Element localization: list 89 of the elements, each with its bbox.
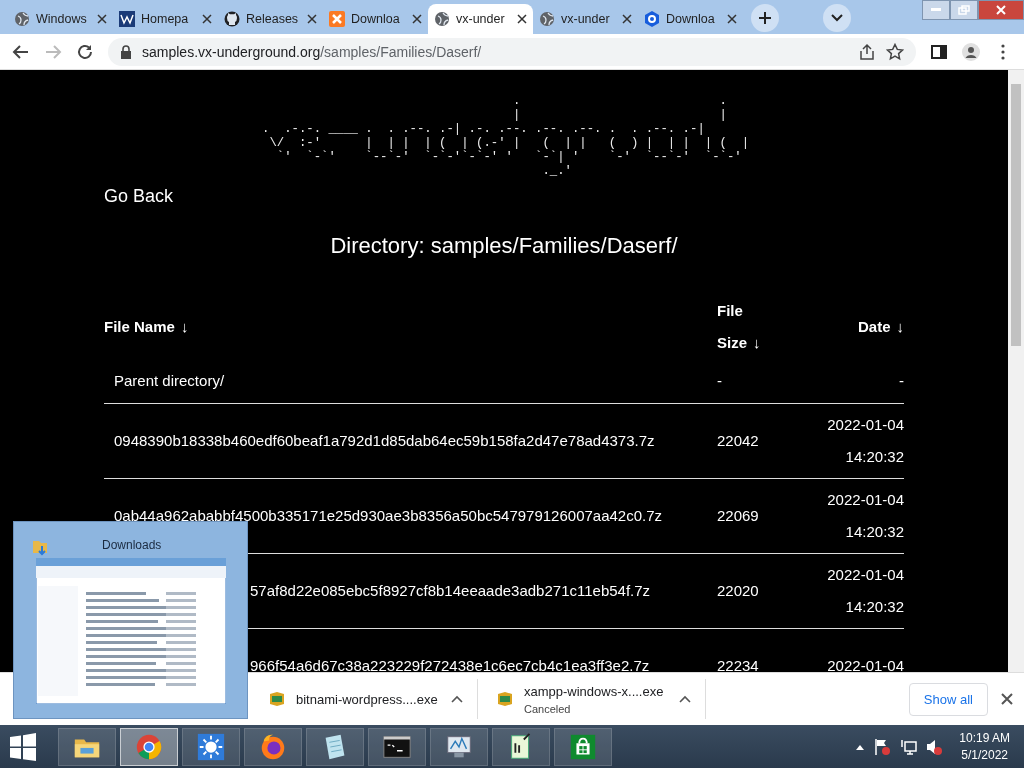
browser-tab[interactable]: Downloa — [638, 4, 743, 34]
flag-icon[interactable] — [873, 737, 892, 756]
file-time: 14:20:32 — [844, 597, 904, 617]
start-button[interactable] — [8, 731, 38, 762]
globe-icon — [434, 11, 450, 27]
network-icon[interactable] — [899, 737, 918, 756]
close-icon[interactable] — [202, 14, 212, 24]
file-time: 14:20:32 — [844, 447, 904, 467]
folder-icon — [32, 538, 48, 556]
file-time: 14:20:32 — [844, 522, 904, 542]
close-icon[interactable] — [307, 14, 317, 24]
file-size: 22042 — [717, 432, 759, 449]
close-button[interactable] — [978, 0, 1024, 20]
file-date: 2022-01-04 — [826, 656, 904, 672]
close-icon[interactable] — [412, 14, 422, 24]
restore-button[interactable] — [950, 0, 978, 20]
file-date: 2022-01-04 — [826, 415, 904, 435]
browser-tab[interactable]: Windows — [8, 4, 113, 34]
directory-heading: Directory: samples/Families/Daserf/ — [329, 233, 679, 259]
plus-icon — [758, 11, 772, 25]
preview-title: Downloads — [102, 538, 162, 552]
minimize-icon — [931, 8, 941, 12]
file-size: 22020 — [717, 582, 759, 599]
star-icon[interactable] — [886, 42, 904, 61]
taskbar-app[interactable] — [368, 727, 426, 766]
browser-tab[interactable]: vx-under — [533, 4, 638, 34]
logo-icon — [119, 11, 135, 27]
reload-icon[interactable] — [76, 42, 94, 61]
file-name[interactable]: 0948390b18338b460edf60beaf1a792d1d85dab64ec59b158fa2d47e78ad4373.7z — [114, 432, 655, 449]
show-all-button[interactable]: Show all — [908, 682, 988, 716]
file-size: - — [717, 372, 722, 389]
file-date: 2022-01-04 — [826, 565, 904, 585]
taskbar-app[interactable] — [492, 727, 550, 766]
taskbar-app[interactable] — [306, 727, 364, 766]
file-date: - — [898, 371, 904, 391]
scrollbar[interactable] — [1008, 70, 1024, 672]
column-header[interactable]: Date ↓ — [858, 311, 904, 343]
browser-tab[interactable]: Homepa — [113, 4, 218, 34]
window-preview[interactable]: Downloads — [13, 521, 248, 719]
clock[interactable]: 10:19 AM 5/1/2022 — [959, 729, 1010, 764]
ascii-logo: . . | | . .-.-. ____ . . .--. .-| .-. .--. .--. .--. . . .--. .-| \/ :-' | | | | ( | (.-' | ( | | ( ) | | | | ( | `' `-`' `--`-' `-`-'`-`-' ' `-`| ' `-' `--`-' `-`-' ._.' — [262, 94, 750, 178]
file-size: 22234 — [717, 657, 759, 672]
profile-icon[interactable] — [962, 42, 980, 61]
close-icon[interactable] — [1000, 692, 1014, 706]
package-icon — [268, 690, 286, 708]
back-icon[interactable] — [12, 42, 30, 61]
browser-tab[interactable]: vx-under — [428, 4, 533, 34]
sun-icon — [196, 731, 226, 762]
chevron-down-icon — [831, 14, 843, 22]
column-header[interactable]: File Name ↓ — [104, 311, 189, 343]
shield-icon — [644, 11, 660, 27]
taskbar-app[interactable] — [554, 727, 612, 766]
close-icon — [996, 5, 1006, 15]
lock-icon — [120, 44, 132, 59]
xampp-icon — [329, 11, 345, 27]
tab-search-button[interactable] — [823, 4, 851, 32]
new-tab-button[interactable] — [751, 4, 779, 32]
file-name[interactable]: 966f54a6d67c38a223229f272438e1c6ec7cb4c1ea3ff3e2.7z — [250, 657, 650, 672]
address-field[interactable]: samples.vx-underground.org/samples/Families/Daserf/ — [108, 37, 916, 66]
file-name[interactable]: 0ab44a962ababbf4500b335171e25d930ae3b8356a50bc547979126007aa42c0.7z — [114, 507, 663, 524]
side-panel-icon[interactable] — [930, 42, 948, 61]
taskbar-app[interactable] — [182, 727, 240, 766]
file-name[interactable]: Parent directory/ — [114, 372, 225, 389]
caret-icon[interactable] — [451, 695, 463, 703]
restore-icon — [958, 5, 970, 15]
package-icon — [496, 690, 514, 708]
minimize-button[interactable] — [922, 0, 950, 20]
share-icon[interactable] — [858, 42, 876, 61]
taskbar-app[interactable] — [430, 727, 488, 766]
cat-icon — [224, 11, 240, 27]
close-icon[interactable] — [727, 14, 737, 24]
globe-icon — [14, 11, 30, 27]
go-back-link[interactable]: Go Back — [104, 186, 174, 207]
taskbar-app[interactable] — [58, 727, 116, 766]
download-item[interactable]: bitnami-wordpress....exe — [250, 679, 478, 719]
close-icon[interactable] — [517, 14, 527, 24]
caret-icon[interactable] — [679, 695, 691, 703]
browser-tab[interactable]: Downloa — [323, 4, 428, 34]
column-header[interactable]: File Size ↓ — [717, 295, 761, 359]
speaker-icon[interactable] — [925, 737, 944, 756]
browser-tab[interactable]: Releases — [218, 4, 323, 34]
file-size: 22069 — [717, 507, 759, 524]
file-name[interactable]: 57af8d22e085ebc5f8927cf8b14eeaade3adb271c11eb54f.7z — [250, 582, 651, 599]
taskbar-app[interactable] — [120, 727, 178, 766]
globe-icon — [539, 11, 555, 27]
file-date: 2022-01-04 — [826, 490, 904, 510]
close-icon[interactable] — [622, 14, 632, 24]
download-item[interactable]: xampp-windows-x....exe Canceled — [478, 679, 706, 719]
close-icon[interactable] — [97, 14, 107, 24]
